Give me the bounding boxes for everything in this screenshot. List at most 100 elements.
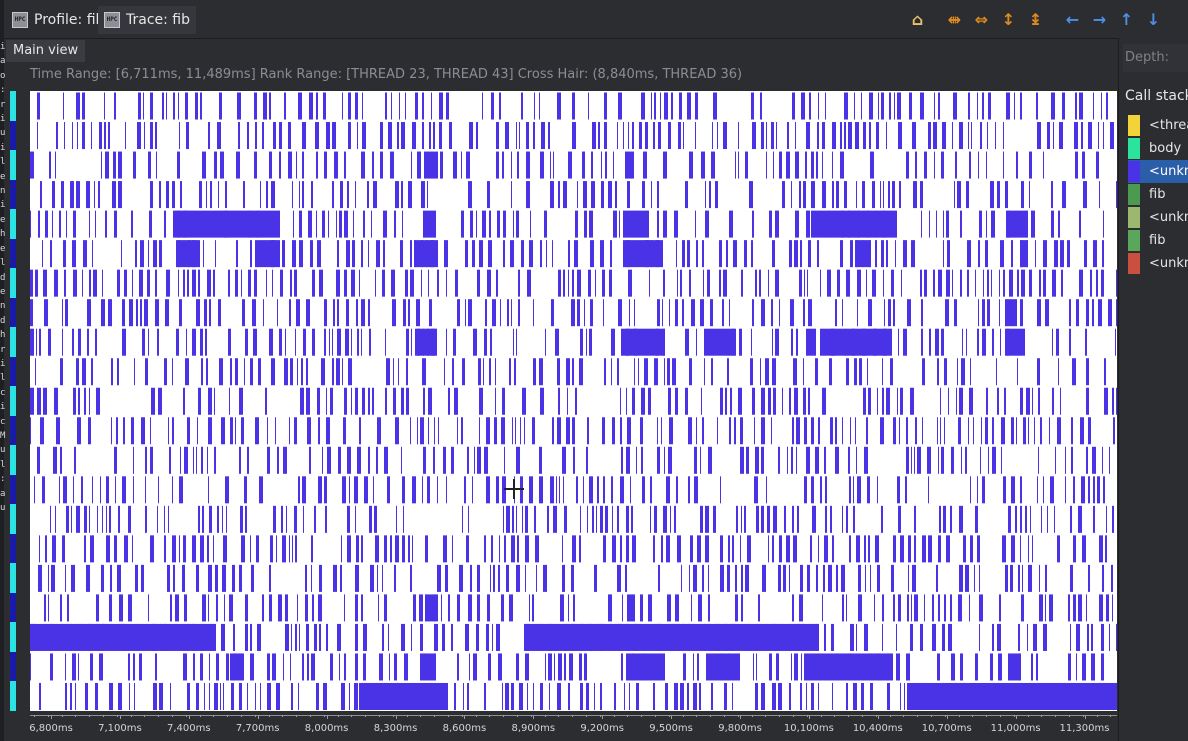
trace-sample (977, 92, 978, 120)
trace-sample (506, 505, 510, 533)
trace-block (806, 328, 816, 356)
trace-sample (141, 564, 144, 592)
trace-sample (148, 240, 149, 268)
home-button[interactable]: ⌂ (907, 8, 928, 30)
trace-sample (751, 92, 754, 120)
tab-main-view[interactable]: Main view (6, 40, 86, 62)
trace-sample (657, 417, 658, 445)
trace-sample (604, 358, 606, 386)
call-stack-item[interactable]: fib (1128, 183, 1188, 206)
trace-sample (572, 269, 574, 297)
trace-sample (808, 299, 812, 327)
call-stack-item[interactable]: <unkn (1128, 252, 1188, 275)
axis-minor-tick (889, 715, 891, 717)
tab-profile-fib[interactable]: HPC Profile: fib (6, 6, 110, 34)
trace-sample (880, 181, 881, 209)
trace-sample (744, 240, 747, 268)
trace-sample (342, 92, 343, 120)
trace-sample (691, 299, 695, 327)
trace-sample (319, 623, 321, 651)
tab-trace-fib[interactable]: HPC Trace: fib (98, 6, 197, 34)
trace-sample (444, 240, 448, 268)
trace-sample (81, 476, 83, 504)
trace-sample (286, 505, 287, 533)
call-stack-item[interactable]: fib (1128, 229, 1188, 252)
trace-sample (612, 417, 615, 445)
trace-canvas[interactable] (30, 91, 1117, 711)
trace-sample (694, 476, 698, 504)
axis-tick-label: 8,000ms (304, 723, 349, 734)
trace-sample (187, 682, 190, 710)
trace-sample (76, 92, 80, 120)
scroll-left-button[interactable]: ← (1062, 8, 1083, 30)
trace-sample (855, 417, 856, 445)
trace-sample (755, 682, 758, 710)
trace-sample (108, 299, 112, 327)
trace-sample (954, 299, 957, 327)
trace-sample (824, 446, 826, 474)
scroll-up-button[interactable]: ↑ (1116, 8, 1137, 30)
trace-sample (534, 505, 536, 533)
trace-sample (741, 269, 743, 297)
trace-sample (208, 594, 209, 622)
trace-sample (697, 535, 701, 563)
trace-sample (823, 564, 825, 592)
hpc-icon: HPC (104, 12, 120, 28)
trace-sample (683, 653, 686, 681)
trace-sample (439, 92, 443, 120)
trace-sample (1074, 122, 1078, 150)
trace-sample (354, 682, 358, 710)
color-swatch (1128, 161, 1140, 182)
zoom-out-process-button[interactable]: ↨ (1025, 8, 1046, 30)
zoom-in-time-button[interactable]: ⇔ (971, 8, 992, 30)
trace-sample (540, 151, 544, 179)
trace-sample (374, 505, 377, 533)
trace-sample (1060, 240, 1064, 268)
trace-sample (1028, 417, 1029, 445)
trace-sample (53, 446, 57, 474)
trace-sample (131, 417, 134, 445)
trace-sample (1054, 505, 1055, 533)
call-stack-item[interactable]: body (1128, 137, 1188, 160)
trace-sample (328, 210, 329, 238)
trace-sample (1070, 505, 1072, 533)
depth-input[interactable]: Depth: (1123, 44, 1188, 72)
zoom-out-time-button[interactable]: ⇼ (944, 8, 965, 30)
trace-sample (96, 594, 99, 622)
trace-sample (459, 564, 463, 592)
trace-sample (59, 476, 60, 504)
trace-sample (334, 151, 338, 179)
call-stack-item[interactable]: <unkn (1128, 206, 1188, 229)
trace-sample (1104, 387, 1108, 415)
trace-sample (608, 594, 612, 622)
trace-sample (438, 417, 439, 445)
trace-sample (936, 210, 937, 238)
trace-sample (666, 476, 670, 504)
trace-sample (198, 269, 200, 297)
trace-sample (783, 564, 786, 592)
trace-sample (853, 682, 857, 710)
trace-sample (772, 240, 775, 268)
trace-sample (144, 122, 145, 150)
call-stack-item[interactable]: <threa (1128, 114, 1188, 137)
axis-minor-tick (958, 715, 960, 717)
trace-sample (806, 446, 810, 474)
trace-sample (689, 269, 691, 297)
trace-sample (473, 653, 477, 681)
trace-sample (1092, 446, 1096, 474)
trace-sample (865, 564, 866, 592)
trace-sample (768, 387, 771, 415)
axis-tick (188, 715, 190, 719)
axis-minor-tick (503, 715, 505, 717)
scroll-right-button[interactable]: → (1089, 8, 1110, 30)
trace-sample (267, 653, 270, 681)
call-stack-item[interactable]: <unkn (1128, 160, 1188, 183)
zoom-in-process-button[interactable]: ↕ (998, 8, 1019, 30)
axis-minor-tick (89, 715, 91, 717)
trace-sample (499, 535, 500, 563)
scroll-down-button[interactable]: ↓ (1143, 8, 1164, 30)
arrow-down-icon: ↓ (1146, 9, 1161, 29)
trace-sample (423, 387, 425, 415)
trace-sample (842, 299, 843, 327)
trace-sample (978, 299, 979, 327)
